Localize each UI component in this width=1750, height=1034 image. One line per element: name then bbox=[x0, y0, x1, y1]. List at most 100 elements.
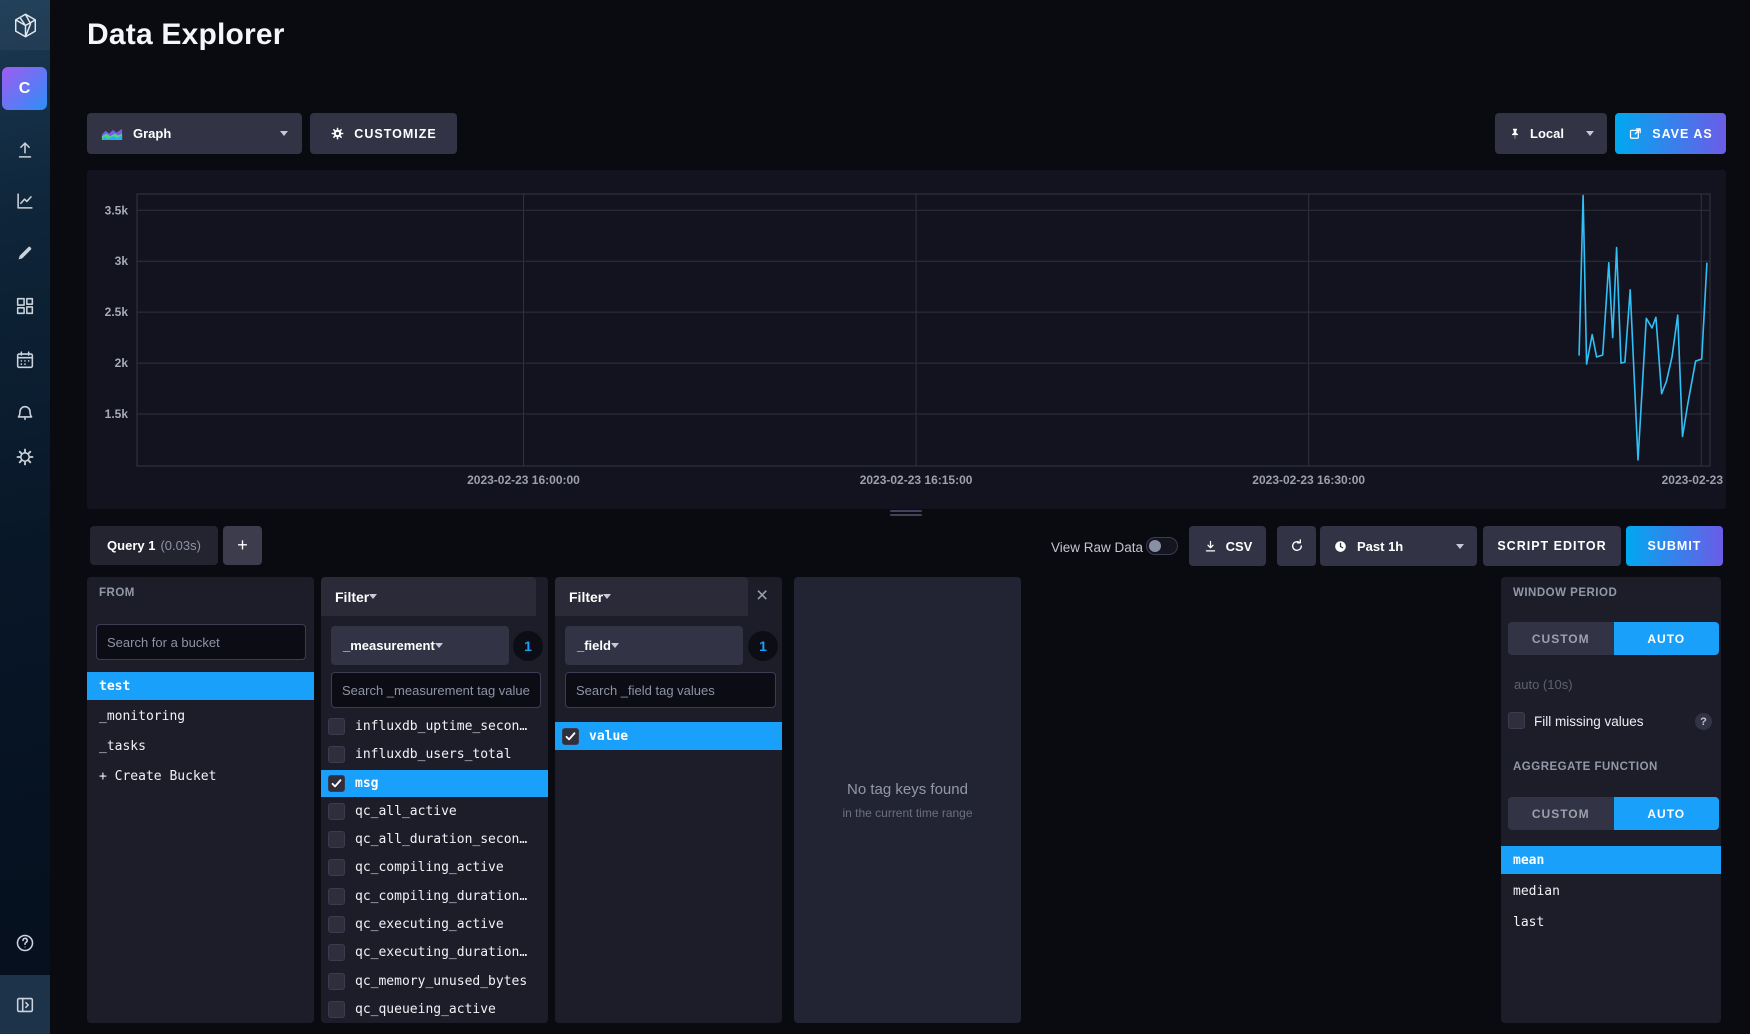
remove-filter-icon[interactable]: × bbox=[756, 585, 768, 606]
aggregate-custom-button[interactable]: CUSTOM bbox=[1508, 797, 1614, 830]
query-tab[interactable]: Query 1 (0.03s) bbox=[90, 526, 218, 565]
fill-missing-label: Fill missing values bbox=[1534, 714, 1644, 729]
sidebar-item-upload[interactable] bbox=[0, 128, 50, 172]
sidebar-item-alerts[interactable] bbox=[0, 392, 50, 436]
script-editor-button[interactable]: SCRIPT EDITOR bbox=[1483, 526, 1621, 566]
chevron-down-icon bbox=[1456, 544, 1464, 549]
save-as-button[interactable]: SAVE AS bbox=[1615, 113, 1726, 154]
field-key-dropdown[interactable]: _field bbox=[565, 626, 743, 665]
measurement-row[interactable]: qc_executing_active bbox=[321, 911, 548, 938]
measurement-row-label: qc_executing_active bbox=[355, 917, 504, 932]
page-title: Data Explorer bbox=[87, 18, 285, 52]
time-series-chart[interactable]: 1.5k2k2.5k3k3.5k2023-02-23 16:00:002023-… bbox=[87, 170, 1726, 509]
checkbox-unchecked[interactable] bbox=[328, 1001, 345, 1018]
add-query-button[interactable]: + bbox=[223, 526, 262, 565]
script-editor-label: SCRIPT EDITOR bbox=[1497, 539, 1606, 553]
expand-panel-icon bbox=[14, 994, 36, 1016]
sidebar-item-settings[interactable] bbox=[0, 435, 50, 479]
measurement-row[interactable]: msg bbox=[321, 770, 548, 797]
question-mark-icon bbox=[14, 932, 36, 954]
bucket-row[interactable]: _tasks bbox=[87, 732, 314, 760]
checkbox-unchecked[interactable] bbox=[328, 973, 345, 990]
line-graph-icon bbox=[14, 190, 36, 212]
empty-state-subtitle: in the current time range bbox=[794, 806, 1021, 820]
aggregate-auto-button[interactable]: AUTO bbox=[1614, 797, 1720, 830]
measurement-row[interactable]: qc_memory_unused_bytes bbox=[321, 967, 548, 994]
aggregate-function-row[interactable]: mean bbox=[1501, 846, 1721, 874]
window-custom-button[interactable]: CUSTOM bbox=[1508, 622, 1614, 655]
measurement-row-label: influxdb_uptime_secon… bbox=[355, 719, 527, 734]
influxdb-logo[interactable] bbox=[0, 0, 50, 50]
window-period-toggle: CUSTOM AUTO bbox=[1508, 622, 1719, 655]
bucket-row[interactable]: test bbox=[87, 672, 314, 700]
sidebar-item-dashboards[interactable] bbox=[0, 284, 50, 328]
view-raw-data-toggle[interactable] bbox=[1146, 537, 1178, 555]
bucket-row[interactable]: _monitoring bbox=[87, 702, 314, 730]
measurement-row-label: influxdb_users_total bbox=[355, 747, 512, 762]
aggregate-function-row[interactable]: median bbox=[1501, 877, 1721, 905]
measurement-row[interactable]: qc_all_duration_secon… bbox=[321, 826, 548, 853]
measurement-row[interactable]: qc_all_active bbox=[321, 798, 548, 825]
measurement-filter-card: Filter _measurement 1 influxdb_uptime_se… bbox=[321, 577, 548, 1023]
measurement-key-label: _measurement bbox=[343, 638, 435, 653]
sidebar-item-expand-nav[interactable] bbox=[0, 975, 50, 1034]
bucket-row-label: _tasks bbox=[99, 739, 146, 754]
customize-button[interactable]: CUSTOMIZE bbox=[310, 113, 457, 154]
svg-text:3k: 3k bbox=[115, 254, 129, 268]
svg-text:2k: 2k bbox=[115, 356, 129, 370]
measurement-search-input[interactable] bbox=[331, 672, 541, 708]
time-range-dropdown[interactable]: Past 1h bbox=[1320, 526, 1477, 566]
filter-type-dropdown[interactable]: Filter bbox=[321, 577, 536, 616]
measurement-row[interactable]: influxdb_users_total bbox=[321, 741, 548, 768]
boards-icon bbox=[14, 295, 36, 317]
bucket-row[interactable]: + Create Bucket bbox=[87, 762, 314, 790]
measurement-row-label: qc_all_duration_secon… bbox=[355, 832, 527, 847]
checkbox-checked[interactable] bbox=[328, 775, 345, 792]
field-search-input[interactable] bbox=[565, 672, 776, 708]
svg-text:2023-02-23 16:30:00: 2023-02-23 16:30:00 bbox=[1252, 473, 1365, 487]
checkbox-unchecked[interactable] bbox=[328, 831, 345, 848]
help-icon[interactable]: ? bbox=[1695, 713, 1712, 730]
window-auto-button[interactable]: AUTO bbox=[1614, 622, 1720, 655]
fill-missing-checkbox[interactable] bbox=[1508, 712, 1525, 729]
field-row[interactable]: value bbox=[555, 722, 782, 750]
time-zone-dropdown[interactable]: Local bbox=[1495, 113, 1607, 154]
aggregate-function-title: AGGREGATE FUNCTION bbox=[1513, 761, 1658, 773]
checkbox-unchecked[interactable] bbox=[328, 746, 345, 763]
checkbox-unchecked[interactable] bbox=[328, 718, 345, 735]
refresh-button[interactable] bbox=[1277, 526, 1316, 566]
window-period-title: WINDOW PERIOD bbox=[1513, 587, 1617, 599]
checkbox-checked[interactable] bbox=[562, 728, 579, 745]
calendar-icon bbox=[14, 349, 36, 371]
measurement-row[interactable]: qc_executing_duration… bbox=[321, 939, 548, 966]
svg-text:1.5k: 1.5k bbox=[105, 407, 129, 421]
csv-download-button[interactable]: CSV bbox=[1189, 526, 1266, 566]
org-avatar[interactable]: C bbox=[2, 67, 47, 110]
checkbox-unchecked[interactable] bbox=[328, 916, 345, 933]
measurement-row-label: qc_executing_duration… bbox=[355, 945, 527, 960]
sidebar-item-help[interactable] bbox=[0, 921, 50, 965]
checkbox-unchecked[interactable] bbox=[328, 944, 345, 961]
submit-button[interactable]: SUBMIT bbox=[1626, 526, 1723, 566]
checkbox-unchecked[interactable] bbox=[328, 888, 345, 905]
measurement-row[interactable]: qc_compiling_active bbox=[321, 854, 548, 881]
aggregate-function-row-label: last bbox=[1513, 915, 1544, 930]
window-period-panel: WINDOW PERIOD CUSTOM AUTO auto (10s) Fil… bbox=[1501, 577, 1721, 1023]
visualization-type-dropdown[interactable]: Graph bbox=[87, 113, 302, 154]
resize-drag-handle[interactable] bbox=[890, 510, 922, 518]
chevron-down-icon bbox=[1586, 131, 1594, 136]
measurement-row[interactable]: qc_queueing_active bbox=[321, 996, 548, 1023]
measurement-key-dropdown[interactable]: _measurement bbox=[331, 626, 509, 665]
measurement-row[interactable]: qc_compiling_duration… bbox=[321, 883, 548, 910]
sidebar-item-data-explorer[interactable] bbox=[0, 179, 50, 223]
checkbox-unchecked[interactable] bbox=[328, 859, 345, 876]
sidebar-item-notebooks[interactable] bbox=[0, 231, 50, 275]
sidebar-item-tasks[interactable] bbox=[0, 338, 50, 382]
save-as-label: SAVE AS bbox=[1652, 127, 1713, 141]
aggregate-toggle: CUSTOM AUTO bbox=[1508, 797, 1719, 830]
filter-type-dropdown[interactable]: Filter bbox=[555, 577, 748, 616]
checkbox-unchecked[interactable] bbox=[328, 803, 345, 820]
bucket-search-input[interactable] bbox=[96, 624, 306, 660]
aggregate-function-row[interactable]: last bbox=[1501, 908, 1721, 936]
measurement-row[interactable]: influxdb_uptime_secon… bbox=[321, 713, 548, 740]
